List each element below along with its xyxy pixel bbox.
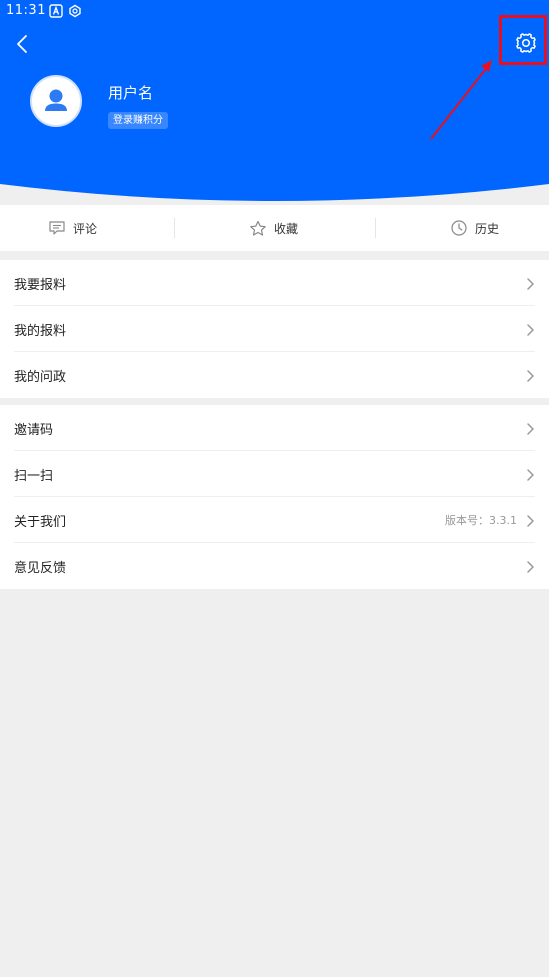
menu-item-my-inquiries[interactable]: 我的问政	[0, 352, 549, 398]
annotation-highlight-box	[499, 15, 547, 65]
notification-a-icon	[49, 4, 63, 18]
menu-item-label: 扫一扫	[14, 469, 54, 484]
person-icon	[45, 89, 67, 111]
status-time: 11:31	[6, 3, 46, 18]
menu-item-submit-tip[interactable]: 我要报料	[0, 260, 549, 306]
avatar[interactable]	[30, 75, 82, 127]
version-label: 版本号：3.3.1	[445, 514, 517, 527]
menu-item-label: 意见反馈	[14, 561, 67, 576]
menu-item-my-tips[interactable]: 我的报料	[0, 306, 549, 352]
clock-icon	[451, 220, 467, 236]
favorites-tab[interactable]: 收藏	[249, 205, 298, 251]
menu-group-general: 邀请码 扫一扫 关于我们 版本号：3.3.1 意见反馈	[0, 405, 549, 589]
annotation-arrow	[430, 60, 492, 140]
chevron-right-icon	[527, 324, 534, 336]
history-tab-label: 历史	[475, 221, 500, 236]
status-bar: 11:31	[0, 0, 549, 24]
comments-tab-label: 评论	[73, 221, 98, 236]
menu-item-label: 我的报料	[14, 324, 67, 339]
comments-tab[interactable]: 评论	[48, 205, 97, 251]
quick-action-bar: 评论 收藏 历史	[0, 205, 549, 251]
menu-item-about-us[interactable]: 关于我们 版本号：3.3.1	[0, 497, 549, 543]
login-points-badge[interactable]: 登录赚积分	[108, 112, 168, 129]
chevron-right-icon	[527, 561, 534, 573]
menu-item-label: 我要报料	[14, 278, 67, 293]
chevron-right-icon	[527, 423, 534, 435]
quick-bar-divider	[375, 218, 376, 238]
menu-item-feedback[interactable]: 意见反馈	[0, 543, 549, 589]
menu-group-reports: 我要报料 我的报料 我的问政	[0, 260, 549, 398]
history-tab[interactable]: 历史	[450, 205, 499, 251]
comment-icon	[49, 221, 65, 235]
chevron-right-icon	[527, 370, 534, 382]
quick-bar-divider	[174, 218, 175, 238]
menu-item-label: 邀请码	[14, 423, 54, 438]
chevron-right-icon	[527, 278, 534, 290]
favorites-tab-label: 收藏	[274, 221, 299, 236]
menu-item-label: 关于我们	[14, 515, 67, 530]
sync-icon	[69, 4, 81, 18]
menu-item-scan[interactable]: 扫一扫	[0, 451, 549, 497]
chevron-right-icon	[527, 515, 534, 527]
menu-item-invite-code[interactable]: 邀请码	[0, 405, 549, 451]
back-button[interactable]	[10, 30, 36, 58]
star-icon	[250, 220, 266, 236]
chevron-right-icon	[527, 469, 534, 481]
username[interactable]: 用户名	[108, 82, 153, 103]
menu-item-label: 我的问政	[14, 370, 67, 385]
